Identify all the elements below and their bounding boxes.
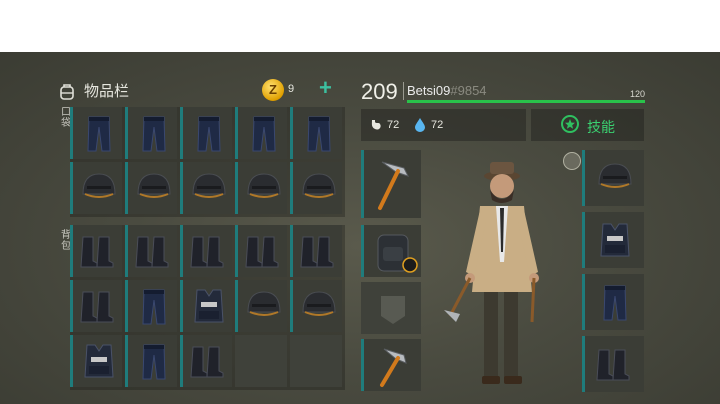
gear-slot-police-vest[interactable] [582, 212, 644, 268]
police-helmet-icon [302, 291, 336, 316]
player-level: 209 [361, 79, 398, 104]
inventory-slot-police-boots[interactable] [180, 225, 232, 277]
gear-slot-police-pants[interactable] [582, 274, 644, 330]
police-pants-icon [252, 116, 276, 152]
police-pants-icon [603, 285, 627, 321]
police-helmet-icon [82, 173, 116, 198]
police-helmet-icon [192, 173, 226, 198]
pickaxe-icon [380, 348, 407, 387]
gear-slot-police-boots[interactable] [582, 336, 644, 392]
police-vest-icon [194, 289, 224, 323]
stats-panel [361, 109, 526, 141]
inventory-title: 物品栏 [84, 83, 130, 100]
inventory-slot-police-boots[interactable] [70, 280, 122, 332]
police-vest-icon [600, 223, 630, 257]
stomach-icon [371, 120, 381, 130]
police-boots-icon [596, 349, 630, 381]
inventory-slot-police-pants[interactable] [125, 107, 177, 159]
police-boots-icon [135, 236, 169, 268]
inventory-slot-police-pants[interactable] [235, 107, 287, 159]
police-helmet-icon [247, 291, 281, 316]
police-pants-icon [87, 116, 111, 152]
police-boots-icon [80, 236, 114, 268]
tool-slot[interactable] [361, 339, 421, 391]
inventory-slot-police-helmet[interactable] [180, 162, 232, 214]
pickaxe-icon [378, 161, 409, 210]
inventory-slot-police-boots[interactable] [235, 225, 287, 277]
inventory-slot-empty[interactable] [290, 335, 342, 387]
pockets-grid [70, 107, 345, 217]
police-boots-icon [245, 236, 279, 268]
police-pants-icon [142, 116, 166, 152]
backpack-grid [70, 225, 345, 390]
inventory-slot-police-helmet[interactable] [290, 162, 342, 214]
game-screen: 物品栏 Z 9 + 口袋 背包 209 Betsi09#9854 120 72 … [0, 52, 720, 404]
inventory-slot-police-boots[interactable] [290, 225, 342, 277]
skill-star-icon [561, 115, 579, 133]
police-boots-icon [190, 236, 224, 268]
tactical-backpack-icon [377, 234, 418, 273]
thirst-value: 72 [431, 119, 444, 131]
player-character [444, 162, 539, 384]
equipment-badge-icon[interactable] [563, 152, 581, 170]
police-helmet-icon [247, 173, 281, 198]
inventory-slot-police-helmet[interactable] [290, 280, 342, 332]
police-boots-icon [190, 346, 224, 378]
pocket-slot[interactable] [361, 282, 421, 334]
police-boots-icon [300, 236, 334, 268]
header-divider [403, 82, 404, 100]
coin-icon: Z [262, 79, 284, 101]
inventory-slot-police-helmet[interactable] [235, 280, 287, 332]
gear-column [582, 150, 644, 392]
inventory-slot-police-vest[interactable] [70, 335, 122, 387]
skills-label: 技能 [587, 119, 615, 135]
weapon-slot[interactable] [361, 150, 421, 218]
xp-max: 120 [630, 89, 646, 99]
inventory-slot-police-boots[interactable] [180, 335, 232, 387]
police-pants-icon [197, 116, 221, 152]
inventory-slot-police-pants[interactable] [290, 107, 342, 159]
inventory-slot-police-pants[interactable] [125, 335, 177, 387]
xp-bar [407, 100, 645, 103]
backpack-icon [60, 83, 74, 100]
police-pants-icon [142, 289, 166, 325]
inventory-slot-police-boots[interactable] [125, 225, 177, 277]
xp-fill [407, 100, 645, 103]
coin-count: 9 [288, 83, 295, 95]
police-helmet-icon [302, 173, 336, 198]
water-drop-icon [415, 118, 425, 132]
inventory-slot-police-pants[interactable] [125, 280, 177, 332]
inventory-slot-police-helmet[interactable] [125, 162, 177, 214]
inventory-slot-police-helmet[interactable] [235, 162, 287, 214]
inventory-slot-police-boots[interactable] [70, 225, 122, 277]
empty-pocket-icon [381, 296, 405, 324]
police-vest-icon [84, 344, 114, 378]
inventory-slot-police-pants[interactable] [180, 107, 232, 159]
add-coins-button[interactable]: + [319, 76, 332, 100]
police-pants-icon [142, 344, 166, 380]
inventory-slot-empty[interactable] [235, 335, 287, 387]
inventory-slot-police-vest[interactable] [180, 280, 232, 332]
inventory-slot-police-pants[interactable] [70, 107, 122, 159]
inventory-header: 物品栏 [58, 80, 129, 101]
police-helmet-icon [137, 173, 171, 198]
inventory-slot-police-helmet[interactable] [70, 162, 122, 214]
player-name: Betsi09#9854 [407, 83, 487, 98]
backpack-slot[interactable] [361, 225, 421, 277]
police-pants-icon [307, 116, 331, 152]
police-boots-icon [80, 291, 114, 323]
gear-slot-police-helmet[interactable] [582, 150, 644, 206]
hunger-value: 72 [387, 119, 400, 131]
police-helmet-icon [598, 163, 632, 188]
